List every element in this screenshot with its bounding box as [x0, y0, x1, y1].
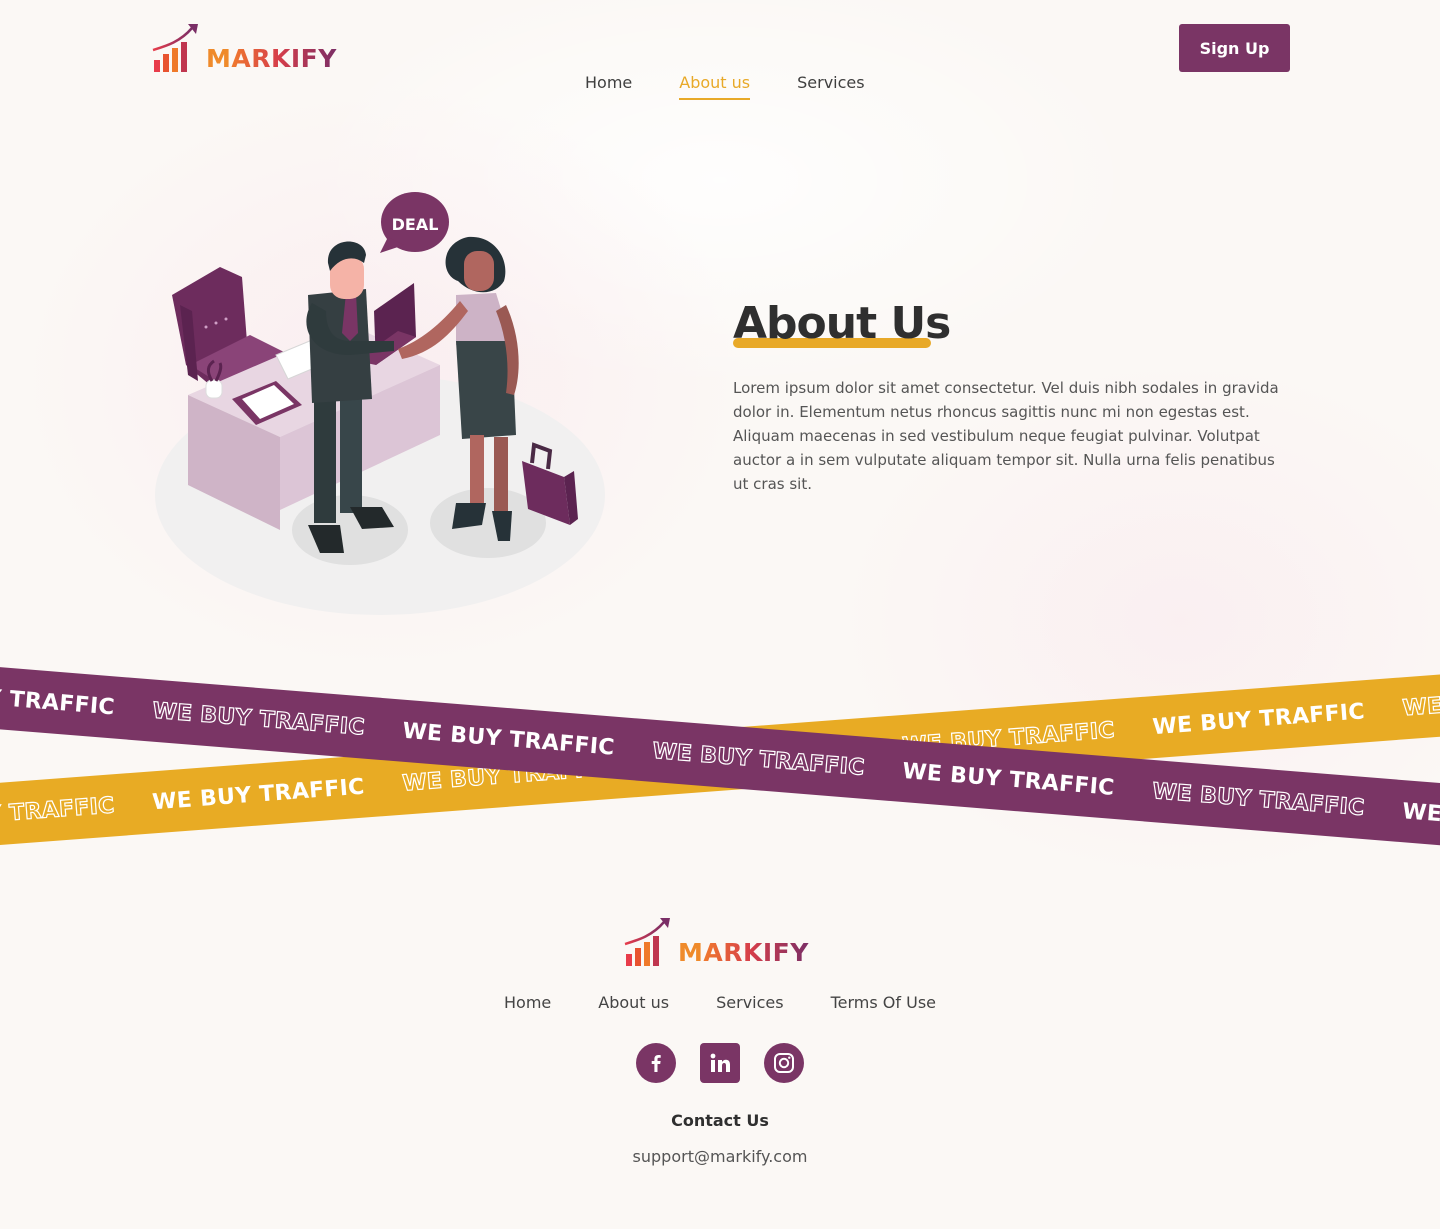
social-links: [636, 1043, 804, 1083]
contact-us-heading: Contact Us: [671, 1111, 769, 1130]
footer-terms-link[interactable]: Terms Of Use: [831, 993, 936, 1012]
about-us-title: About Us: [733, 298, 951, 349]
footer-about-link[interactable]: About us: [598, 993, 669, 1012]
footer-services-link[interactable]: Services: [716, 993, 783, 1012]
instagram-icon[interactable]: [764, 1043, 804, 1083]
we-buy-traffic-tapes: WE BUY TRAFFIC WE BUY TRAFFIC WE BUY TRA…: [0, 640, 1440, 880]
tape-slogan: WE BUY TRAFFIC: [1151, 698, 1366, 740]
tape-slogan: WE BUY TRAFFIC: [0, 792, 116, 834]
handshake-deal-illustration: DEAL: [155, 192, 605, 615]
tape-slogan: WE BUY TRAFFIC: [401, 718, 616, 761]
logo-wordmark: MARKIFY: [678, 938, 809, 967]
linkedin-icon[interactable]: [700, 1043, 740, 1083]
chart-arrow-logo-icon: [152, 24, 198, 72]
footer-nav: Home About us Services Terms Of Use: [0, 993, 1440, 1012]
nav-services-link[interactable]: Services: [797, 73, 864, 100]
tape-slogan: WE BUY TRAFFIC: [151, 774, 366, 815]
tape-slogan: WE BUY TRAFFIC: [0, 678, 116, 720]
footer-home-link[interactable]: Home: [504, 993, 551, 1012]
about-us-description: Lorem ipsum dolor sit amet consectetur. …: [733, 379, 1279, 493]
tape-slogan: WE BUY TRAFFIC: [651, 738, 866, 781]
nav-about-link[interactable]: About us: [679, 73, 751, 100]
main-nav: Home About us Services: [585, 73, 865, 100]
logo-wordmark: MARKIFY: [206, 44, 337, 73]
deal-badge-text: DEAL: [392, 215, 439, 234]
chart-arrow-logo-icon: [624, 918, 670, 966]
nav-home-link[interactable]: Home: [585, 73, 632, 100]
tape-slogan: WE BUY TRAFFIC: [1151, 778, 1366, 821]
tape-slogan: WE BUY TRAFFIC: [1401, 798, 1440, 841]
sign-up-button[interactable]: Sign Up: [1179, 24, 1290, 72]
header-logo[interactable]: MARKIFY: [152, 22, 337, 72]
tape-slogan: WE BUY TRAFFIC: [1401, 679, 1440, 721]
tape-slogan: WE BUY TRAFFIC: [151, 697, 366, 741]
support-email-link[interactable]: support@markify.com: [0, 1147, 1440, 1166]
tape-slogan: WE BUY TRAFFIC: [901, 758, 1116, 801]
facebook-icon[interactable]: [636, 1043, 676, 1083]
footer-logo[interactable]: MARKIFY: [624, 916, 809, 966]
